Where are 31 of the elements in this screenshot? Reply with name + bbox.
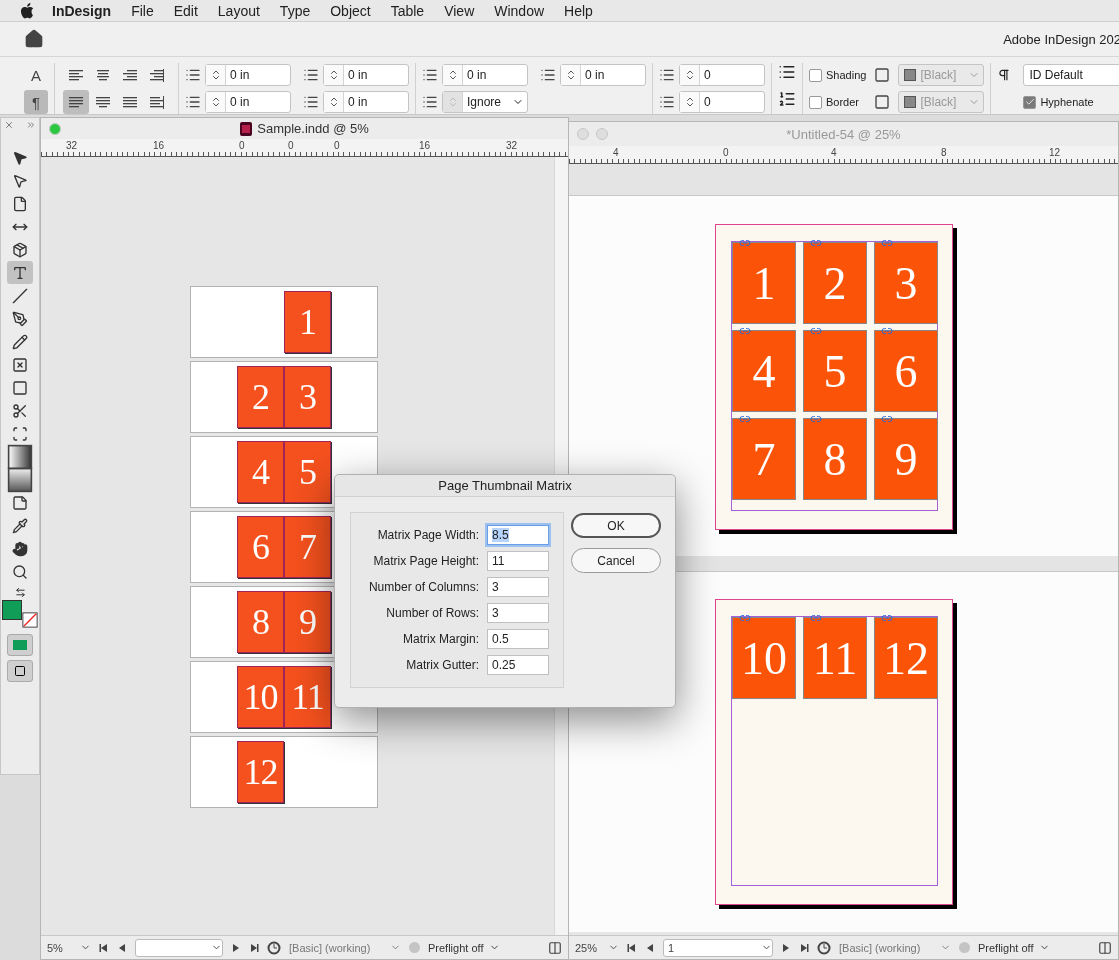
page-cell: 7 [732, 418, 796, 500]
page-cell: 5 [803, 330, 867, 412]
ruler-label: 16 [419, 140, 431, 151]
ruler-label: 0 [239, 140, 245, 151]
ruler-label: 0 [334, 140, 340, 151]
page-cell: 9 [874, 418, 938, 500]
page-cell: 4 [732, 330, 796, 412]
field-label: Matrix Page Width: [376, 528, 479, 542]
ruler-label: 32 [506, 140, 518, 151]
ruler-label: 32 [66, 140, 78, 151]
ruler-label: 8 [941, 147, 947, 158]
dialog-title: Page Thumbnail Matrix [335, 475, 675, 497]
ruler-label: 16 [153, 140, 165, 151]
ruler-label: 12 [1049, 147, 1061, 158]
window-title: *Untitled-54 @ 25% [786, 126, 901, 142]
page-cell: 10 [732, 617, 796, 699]
page-cell: 11 [803, 617, 867, 699]
page-cell: 12 [874, 617, 938, 699]
page-cell: 3 [874, 242, 938, 324]
field-label: Matrix Margin: [402, 632, 479, 646]
window-title: Sample.indd @ 5% [257, 121, 369, 136]
ruler-label: 4 [831, 147, 837, 158]
page-cell: 6 [874, 330, 938, 412]
ruler-label: 0 [723, 147, 729, 158]
page-cell: 8 [803, 418, 867, 500]
page-cell: 1 [732, 242, 796, 324]
field-label: Matrix Gutter: [405, 658, 479, 672]
field-label: Number of Rows: [385, 606, 479, 620]
page-cell: 2 [803, 242, 867, 324]
ruler-label: 0 [288, 140, 294, 151]
ruler-label: 4 [613, 147, 619, 158]
